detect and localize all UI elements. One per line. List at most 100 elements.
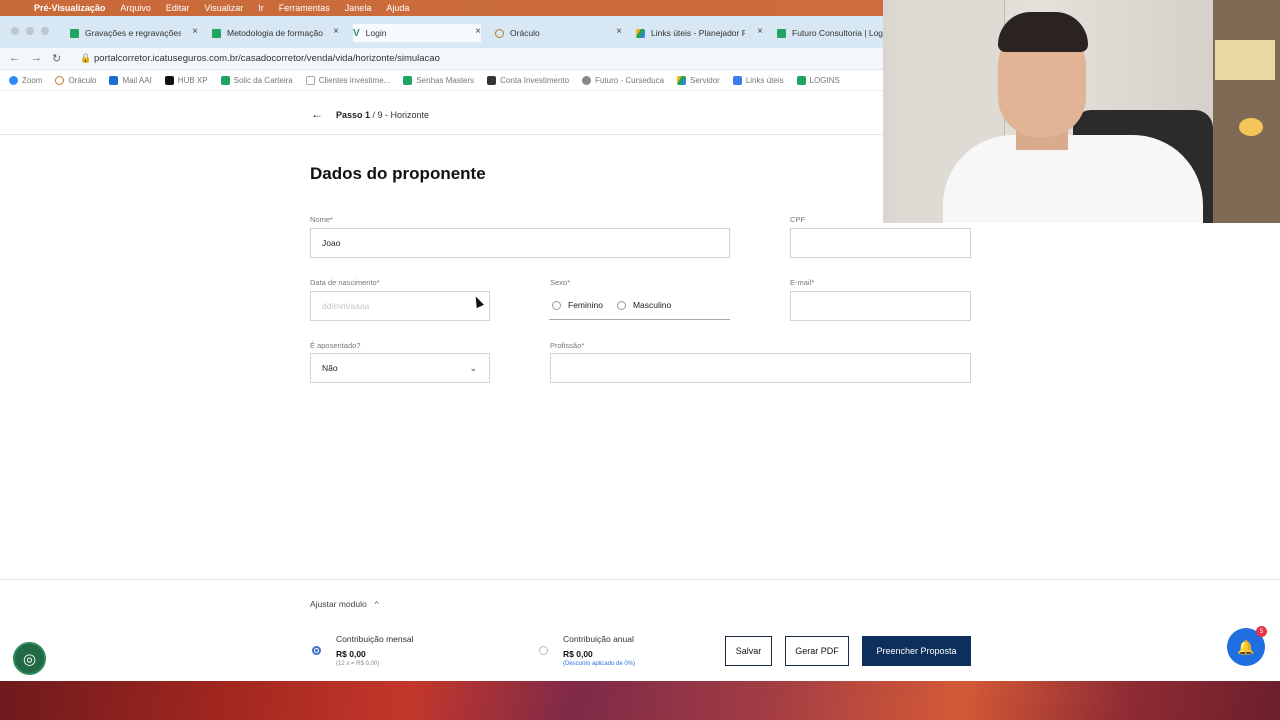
webcam-overlay [883,0,1280,223]
page-icon [305,76,315,85]
cpf-input[interactable] [790,228,971,258]
menu-visualizar[interactable]: Visualizar [204,3,243,13]
chevron-down-icon: ⌄ [469,363,477,373]
chevron-up-icon: ^ [374,600,379,609]
contribuicao-mensal-label: Contribuição mensal [336,634,414,644]
profissao-input[interactable] [550,353,971,383]
xp-icon [164,76,174,85]
nascimento-input[interactable]: dd/mm/aaaa [310,291,490,321]
webcam-frame [1215,40,1275,80]
bookmark-futuro-curseduca[interactable]: Futuro - Curseduca [582,76,664,85]
contribuicao-mensal-note: (12 x = R$ 0,00) [336,661,380,667]
window-controls [11,27,49,35]
aposentado-label: É aposentado? [310,341,361,350]
v-logo-icon: V [353,27,360,39]
bookmark-senhas[interactable]: Senhas Masters [403,76,474,85]
zoom-icon [9,76,18,85]
sexo-feminino-option[interactable]: Feminino [552,300,603,310]
globe-icon [55,76,65,85]
address-bar-row: ← → ↻ 🔒 portalcorretor.icatuseguros.com.… [0,48,883,70]
sexo-masculino-option[interactable]: Masculino [616,300,671,310]
sexo-label: Sexo* [550,278,571,287]
radio-contribuicao-anual[interactable] [539,646,548,655]
sheets-icon [212,28,221,38]
contribuicao-anual-value: R$ 0,00 [563,649,593,659]
menu-ferramentas[interactable]: Ferramentas [279,3,330,13]
browser-tab-bar: Gravações e regravações × Metodologia de… [0,16,883,48]
step-indicator: Passo 1 / 9 - Horizonte [336,110,430,120]
radio-contribuicao-mensal[interactable] [312,646,321,655]
back-arrow-icon[interactable]: ← [311,107,323,121]
email-input[interactable] [790,291,971,321]
nascimento-label: Data de nascimento* [310,278,380,287]
preencher-proposta-button[interactable]: Preencher Proposta [862,636,971,666]
sheets-icon [777,28,786,38]
lock-icon[interactable]: 🔒 [80,53,91,64]
gerar-pdf-button[interactable]: Gerar PDF [785,636,849,666]
grid-icon [487,76,497,85]
aposentado-select[interactable]: Não ⌄ [310,353,490,383]
minimize-window-icon[interactable] [26,27,34,35]
contribuicao-anual-label: Contribuição anual [563,634,634,644]
ajustar-modulo-toggle[interactable]: Ajustar modulo ^ [310,599,378,609]
globe-icon [495,28,504,38]
bookmark-conta-investimento[interactable]: Conta Investimento [487,76,569,85]
simulation-footer: Ajustar modulo ^ Contribuição mensal R$ 0… [0,579,1280,681]
bookmark-logins[interactable]: LOGINS [796,76,840,85]
docs-icon [732,76,742,85]
bookmark-oraculo[interactable]: Oráculo [55,76,96,85]
menu-ajuda[interactable]: Ajuda [386,3,409,13]
menu-app-name[interactable]: Pré-Visualização [34,3,105,13]
contribuicao-anual-block: Contribuição anual R$ 0,00 (Desconto apl… [563,634,635,667]
sheets-icon [796,76,806,85]
webcam-person-body [943,135,1203,223]
forward-icon[interactable]: → [31,52,42,64]
cookie-settings-button[interactable]: ◎ [13,642,46,675]
bookmark-links-uteis[interactable]: Links úteis [732,76,784,85]
sheets-icon [70,28,79,38]
bookmark-solic-carteira[interactable]: Solic da Carteira [220,76,293,85]
close-tab-icon[interactable]: × [616,26,622,37]
nome-input[interactable]: Joao [310,228,730,258]
menu-arquivo[interactable]: Arquivo [120,3,151,13]
menu-editar[interactable]: Editar [166,3,190,13]
bookmarks-bar: Zoom Oráculo Mail AAI HUB XP Solic da Ca… [0,71,883,91]
sexo-radio-group: Feminino Masculino [549,291,730,320]
close-tab-icon[interactable]: × [757,26,763,37]
page-header: ← Passo 1 / 9 - Horizonte [0,94,883,135]
bookmark-hub-xp[interactable]: HUB XP [164,76,208,85]
contribuicao-mensal-value: R$ 0,00 [336,649,366,659]
tab-links-uteis[interactable]: Links úteis - Planejador F × [636,24,763,42]
maximize-window-icon[interactable] [41,27,49,35]
close-tab-icon[interactable]: × [192,26,198,37]
curseduca-icon [582,76,592,85]
menu-ir[interactable]: Ir [258,3,264,13]
page-title: Dados do proponente [310,164,486,183]
profissao-label: Profissão* [550,341,585,350]
contribuicao-anual-note: (Desconto aplicado de 0%) [563,661,636,667]
tab-gravacoes[interactable]: Gravações e regravações × [70,24,198,42]
close-window-icon[interactable] [11,27,19,35]
desktop-wallpaper [0,681,1280,720]
radio-masculino[interactable] [616,300,626,310]
radio-feminino[interactable] [552,300,561,310]
close-tab-icon[interactable]: × [333,26,339,37]
menu-janela[interactable]: Janela [345,3,372,13]
tab-oraculo[interactable]: Oráculo × [495,24,622,42]
webcam-lamp [1239,118,1263,136]
url-field[interactable]: portalcorretor.icatuseguros.com.br/casad… [94,53,440,64]
reload-icon[interactable]: ↻ [52,52,61,65]
close-tab-icon[interactable]: × [475,26,481,37]
tab-futuro-consultoria[interactable]: Futuro Consultoria | Log [777,24,883,42]
bookmark-mail-aai[interactable]: Mail AAI [109,76,152,85]
drive-icon [636,28,645,38]
back-icon[interactable]: ← [9,52,20,64]
bookmark-zoom[interactable]: Zoom [9,76,42,85]
bookmark-clientes[interactable]: Clientes investime... [305,76,390,85]
notifications-button[interactable]: 🔔 5 [1227,626,1267,666]
tab-login[interactable]: V Login × [353,24,481,42]
salvar-button[interactable]: Salvar [725,636,772,666]
bookmark-servidor[interactable]: Servidor [677,76,720,85]
tab-metodologia[interactable]: Metodologia de formação × [212,24,339,42]
notification-badge: 5 [1256,626,1267,637]
